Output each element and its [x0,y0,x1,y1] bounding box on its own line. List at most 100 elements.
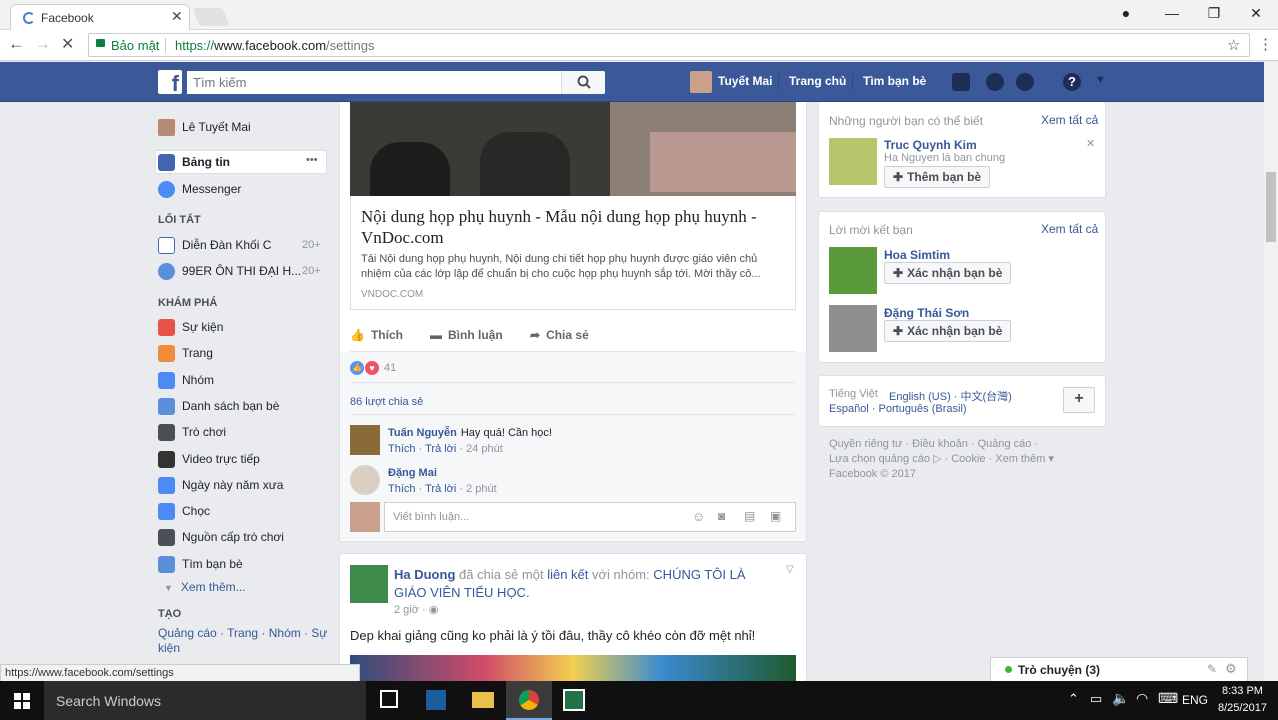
chat-bar[interactable]: Trò chuyện (3) ✎ ⚙ [990,657,1248,681]
stop-icon[interactable]: ✕ [61,34,74,54]
language-links-2[interactable]: Español · Português (Brasil) [829,403,967,415]
shares-count[interactable]: 86 lượt chia sẻ [350,396,423,408]
sidebar-item-explore[interactable]: Ngày này năm xưa [158,474,328,496]
sidebar-item-explore[interactable]: Nhóm [158,369,328,391]
language-links[interactable]: English (US) · 中文(台灣) [889,388,1012,404]
link-preview-image[interactable] [350,102,796,196]
chrome-taskbar-button[interactable] [506,681,552,720]
sidebar-item-explore[interactable]: Trò chơi [158,421,328,443]
home-link[interactable]: Trang chủ [789,74,846,88]
more-options-icon[interactable]: ••• [306,154,318,166]
minimize-icon[interactable]: — [1162,5,1182,21]
see-more-link[interactable]: ▼ Xem thêm... [164,580,246,594]
avatar[interactable] [350,465,380,495]
close-icon[interactable]: ✕ [1086,137,1095,150]
omnibox[interactable]: Bảo mật https://www.facebook.com/setting… [88,33,1250,57]
camera-icon[interactable]: ◙ [718,509,725,523]
comment-author[interactable]: Tuấn Nguyễn [388,427,457,439]
see-all-link[interactable]: Xem tất cả [1041,222,1098,236]
profile-icon[interactable]: ● [1116,5,1136,21]
file-explorer-icon[interactable] [472,692,494,708]
avatar[interactable] [690,71,712,93]
add-language-button[interactable]: + [1063,387,1095,413]
url-text[interactable]: https://www.facebook.com/settings [175,38,374,53]
sidebar-item-explore[interactable]: Tìm bạn bè [158,553,328,575]
gear-icon[interactable]: ⚙ [1225,661,1237,677]
chevron-up-icon[interactable]: ⌃ [1068,691,1079,707]
comment-author[interactable]: Đặng Mai [388,467,437,479]
compose-icon[interactable]: ✎ [1207,662,1217,676]
forward-icon[interactable]: → [34,34,51,54]
page-scrollbar[interactable] [1264,62,1278,681]
profile-nav-item[interactable]: Lê Tuyết Mai [158,116,328,138]
footer-line-2[interactable]: Lựa chọn quảng cáo ▷ · Cookie · Xem thêm… [829,452,1054,467]
clock-time[interactable]: 8:33 PM [1222,685,1263,697]
facebook-logo[interactable]: f [158,70,182,94]
like-button[interactable]: 👍 Thích [350,328,403,342]
sidebar-item-explore[interactable]: Chọc [158,500,328,522]
browser-tab[interactable]: Facebook ✕ [10,4,190,30]
sidebar-item-explore[interactable]: Danh sách bạn bè [158,395,328,417]
share-button[interactable]: ➦ Chia sẻ [530,328,589,342]
person-name[interactable]: Hoa Simtim [884,248,950,262]
bookmark-star-icon[interactable]: ☆ [1227,36,1240,54]
close-tab-icon[interactable]: ✕ [171,8,183,25]
post-author[interactable]: Ha Duong [394,567,455,582]
link-preview[interactable]: Nội dung họp phụ huynh - Mẫu nội dung họ… [350,196,796,310]
app-icon[interactable] [563,689,585,711]
sidebar-item-messenger[interactable]: Messenger [158,178,328,200]
sidebar-item-explore[interactable]: Video trực tiếp [158,448,328,470]
help-icon[interactable]: ? [1063,73,1081,91]
footer-line-1[interactable]: Quyền riêng tư · Điều khoản · Quảng cáo … [829,437,1054,452]
post-image[interactable] [350,655,796,682]
avatar[interactable] [829,138,877,185]
language-indicator[interactable]: ENG [1182,693,1208,707]
avatar[interactable] [350,565,388,603]
search-input[interactable] [187,71,557,94]
comment-time[interactable]: 2 phút [466,483,497,495]
sidebar-item-news-feed[interactable]: Bảng tin ••• [158,151,328,173]
sidebar-item-explore[interactable]: Trang [158,342,328,364]
keyboard-icon[interactable]: ⌨ [1158,690,1178,707]
person-name[interactable]: Đặng Thái Sơn [884,306,969,320]
avatar[interactable] [829,305,877,352]
comment-input[interactable]: Viết bình luận... ☺ ◙ ▤ ▣ [384,502,796,532]
sidebar-item-explore[interactable]: Nguồn cấp trò chơi [158,526,328,548]
battery-icon[interactable]: ▭ [1090,691,1102,707]
gif-icon[interactable]: ▤ [744,509,755,523]
search-windows-box[interactable]: Search Windows [44,681,366,720]
clock-date[interactable]: 8/25/2017 [1218,702,1267,714]
link-word[interactable]: liên kết [547,567,588,582]
messages-icon[interactable] [986,73,1004,91]
close-window-icon[interactable]: ✕ [1246,5,1266,22]
profile-link[interactable]: Tuyết Mai [718,74,772,88]
scrollbar-thumb[interactable] [1266,172,1276,242]
mutual-friends[interactable]: Ha Nguyen là bạn chung [884,152,1005,164]
app-icon[interactable] [426,690,446,710]
notifications-globe-icon[interactable] [1016,73,1034,91]
sidebar-shortcut[interactable]: Diễn Đàn Khối C 20+ [158,234,328,256]
comment-reply-link[interactable]: Trả lời [425,483,456,495]
search-button[interactable] [561,71,605,94]
comment-time[interactable]: 24 phút [466,443,503,455]
comment-button[interactable]: ▬ Bình luận [430,328,503,342]
menu-icon[interactable]: ⋮ [1258,35,1273,53]
wifi-icon[interactable]: ◠ [1136,690,1148,707]
comment-like-link[interactable]: Thích [388,443,416,455]
person-name[interactable]: Truc Quynh Kim [884,138,977,152]
comment-reply-link[interactable]: Trả lời [425,443,456,455]
sidebar-shortcut[interactable]: 99ER ÔN THI ĐẠI H... 20+ [158,260,328,282]
confirm-friend-button[interactable]: ✚ Xác nhận bạn bè [884,320,1012,342]
create-links-2[interactable]: kiện [158,641,180,655]
comment-like-link[interactable]: Thích [388,483,416,495]
new-tab-button[interactable] [192,8,230,26]
task-view-icon[interactable] [380,690,398,708]
sticker-icon[interactable]: ▣ [770,509,781,523]
restore-icon[interactable]: ❐ [1204,5,1224,22]
see-all-link[interactable]: Xem tất cả [1041,113,1098,127]
chevron-down-icon[interactable]: ▼ [1095,74,1106,86]
emoji-icon[interactable]: ☺ [692,509,705,524]
back-icon[interactable]: ← [8,34,25,54]
post-time[interactable]: 2 giờ · ◉ [394,603,438,616]
sidebar-item-explore[interactable]: Sự kiện [158,316,328,338]
